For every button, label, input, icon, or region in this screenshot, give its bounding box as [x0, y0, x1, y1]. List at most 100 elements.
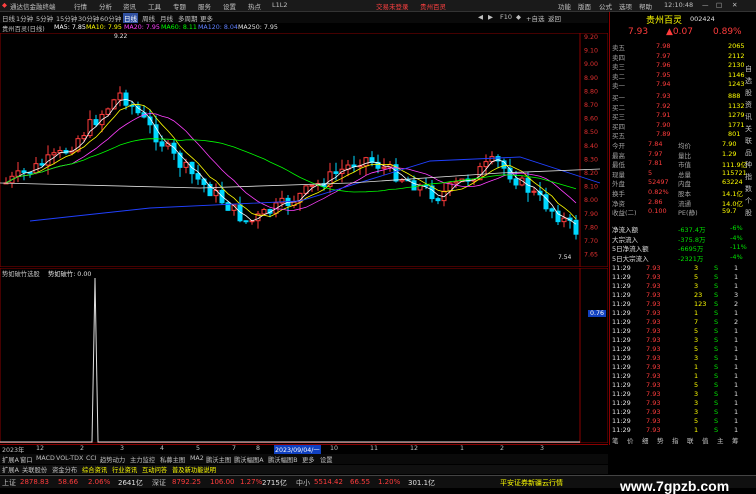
period-multi[interactable]: 多周期	[178, 13, 198, 23]
menu-analysis[interactable]: 分析	[99, 1, 112, 11]
price-row: 7.93 ▲0.07 0.89%	[610, 27, 748, 38]
period-1min[interactable]: 1分钟	[16, 13, 33, 23]
period-week[interactable]: 周线	[142, 13, 155, 23]
tab-pw-a[interactable]: 鹏沃幅图A	[234, 455, 264, 464]
current-price: 7.93	[628, 27, 649, 37]
tick-side: S	[714, 417, 719, 425]
back-button[interactable]: 返回	[548, 13, 561, 23]
menu-help[interactable]: 帮助	[639, 1, 652, 11]
subtab-news[interactable]: 综合资讯	[82, 465, 107, 474]
subtab-qa[interactable]: 互动问答	[142, 465, 167, 474]
menu-topics[interactable]: 专题	[173, 1, 186, 11]
sidebar-tab[interactable]: 选	[745, 76, 752, 86]
sidebar-tab[interactable]: 资	[745, 100, 752, 110]
menu-function[interactable]: 功能	[558, 1, 571, 11]
period-5min[interactable]: 5分钟	[36, 13, 53, 23]
sidebar-tab[interactable]: 讯	[745, 112, 752, 122]
menu-quotes[interactable]: 行情	[74, 1, 87, 11]
next-icon[interactable]: ▶	[488, 13, 493, 21]
tab-monitor[interactable]: 主力监控	[130, 455, 155, 464]
minimize-icon[interactable]: —	[702, 1, 709, 9]
close-icon[interactable]: ✕	[732, 1, 737, 9]
tab-more[interactable]: 更多	[302, 455, 315, 464]
indicator-svg[interactable]	[0, 267, 609, 444]
sidebar-tab[interactable]: 数	[745, 184, 752, 194]
tab-expand-a[interactable]: 扩展A	[2, 455, 19, 464]
sidebar-tab[interactable]: 品	[745, 148, 752, 158]
tab-ma2[interactable]: MA2	[190, 455, 204, 462]
panel-tab[interactable]: 主	[717, 435, 724, 445]
menu-hot[interactable]: 热点	[248, 1, 261, 11]
subtab-expand[interactable]: 扩展A	[2, 465, 19, 474]
stat-row: 现量 5 总量 115721	[610, 169, 748, 179]
kline-chart[interactable]: 9.20 9.10 9.00 8.90 8.80 8.70 8.60 8.50 8.40 8.30…	[0, 32, 609, 268]
sidebar-tab[interactable]: 种	[745, 160, 752, 170]
f10-button[interactable]: F10	[500, 13, 512, 21]
panel-tab[interactable]: 联	[687, 435, 694, 445]
tab-settings[interactable]: 设置	[320, 455, 333, 464]
tab-window[interactable]: 窗口	[20, 455, 33, 464]
bid-label: 买一	[612, 94, 625, 102]
tab-trend[interactable]: 趋势动力	[100, 455, 125, 464]
panel-tab[interactable]: 价	[627, 435, 634, 445]
tab-vol[interactable]: VOL-TDX	[56, 455, 83, 462]
candle-body	[117, 92, 123, 101]
panel-tab[interactable]: 筹	[732, 435, 739, 445]
sidebar-tab[interactable]: 指	[745, 172, 752, 182]
tick-count: 1	[734, 282, 739, 290]
menu-layout[interactable]: 版面	[578, 1, 591, 11]
tab-macd[interactable]: MACD	[36, 455, 55, 462]
flow-row: 大宗流入 -375.8万 -4%	[610, 234, 748, 244]
panel-tab[interactable]: 势	[657, 435, 664, 445]
tab-cci[interactable]: CCI	[86, 455, 97, 462]
maximize-icon[interactable]: □	[716, 1, 722, 9]
candle-body	[435, 198, 441, 202]
tick-count: 1	[734, 399, 739, 407]
panel-tab[interactable]: 指	[672, 435, 679, 445]
sidebar-tab[interactable]: 股	[745, 88, 752, 98]
period-30min[interactable]: 30分钟	[78, 13, 99, 23]
panel-tab[interactable]: 值	[702, 435, 709, 445]
tab-pw-b[interactable]: 鹏沃幅图B	[268, 455, 298, 464]
menu-l1l2[interactable]: L1L2	[272, 1, 288, 9]
menu-options[interactable]: 选项	[619, 1, 632, 11]
panel-tab[interactable]: 笔	[612, 435, 619, 445]
tick-side: S	[714, 291, 719, 299]
subtab-industry[interactable]: 行业资讯	[112, 465, 137, 474]
sidebar-tab[interactable]: 联	[745, 136, 752, 146]
ask-price: 7.95	[656, 70, 671, 79]
tab-pw-main[interactable]: 鹏沃主图	[206, 455, 231, 464]
period-day-short[interactable]: 日线	[2, 13, 15, 23]
period-month[interactable]: 月线	[160, 13, 173, 23]
tick-row: 11:29 7.93 5 S 1	[610, 327, 748, 336]
subtab-funds[interactable]: 资金分布	[52, 465, 77, 474]
tick-price: 7.93	[646, 354, 661, 362]
period-60min[interactable]: 60分钟	[100, 13, 121, 23]
sidebar-tab[interactable]: 个	[745, 196, 752, 206]
diamond-icon[interactable]: ◆	[516, 13, 521, 21]
period-more[interactable]: 更多	[200, 13, 213, 23]
stat-value: 14.1亿	[722, 190, 743, 198]
period-15min[interactable]: 15分钟	[56, 13, 77, 23]
sidebar-tab[interactable]: 股	[745, 208, 752, 218]
tick-side: S	[714, 327, 719, 335]
prev-icon[interactable]: ◀	[478, 13, 483, 21]
sidebar-tab[interactable]: 自	[745, 64, 752, 74]
subtab-guide[interactable]: 普及新功能说明	[172, 465, 216, 474]
indicator-chart[interactable]: 势如破竹选股 势如破竹: 0.00 0.76	[0, 267, 609, 444]
menu-service[interactable]: 服务	[198, 1, 211, 11]
login-status[interactable]: 交易未登录	[376, 1, 409, 11]
subtab-related[interactable]: 关联股份	[22, 465, 47, 474]
menu-formula[interactable]: 公式	[599, 1, 612, 11]
add-watchlist-button[interactable]: +自选	[526, 13, 544, 23]
tick-price: 7.93	[646, 399, 661, 407]
tab-private[interactable]: 私募主图	[160, 455, 185, 464]
period-day[interactable]: 日线	[123, 13, 138, 23]
candle-body	[573, 219, 579, 235]
menu-news[interactable]: 资讯	[123, 1, 136, 11]
menu-settings[interactable]: 设置	[223, 1, 236, 11]
panel-tab[interactable]: 细	[642, 435, 649, 445]
sidebar-tab[interactable]: 关	[745, 124, 752, 134]
menu-tools[interactable]: 工具	[148, 1, 161, 11]
kline-svg[interactable]: 9.20 9.10 9.00 8.90 8.80 8.70 8.60 8.50 8.40 8.30…	[0, 32, 609, 268]
